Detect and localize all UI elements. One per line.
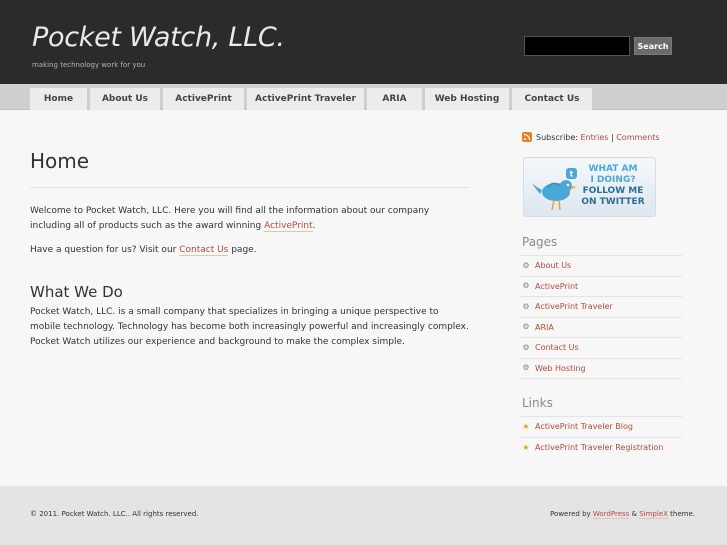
star-icon: ★ — [522, 421, 530, 431]
question-text-end: page. — [228, 245, 257, 255]
twitter-bird-icon: t — [532, 168, 577, 211]
section-title: What We Do — [30, 283, 123, 301]
star-icon: ★ — [522, 442, 530, 452]
nav-tab-home[interactable]: Home — [30, 88, 87, 110]
gear-icon: ⚙ — [522, 322, 530, 332]
subscribe-entries-link[interactable]: Entries — [581, 133, 609, 142]
site-title[interactable]: Pocket Watch, LLC. — [32, 22, 285, 53]
intro-text: Welcome to Pocket Watch, LLC. Here you w… — [30, 206, 430, 231]
twitter-line-1: WHAT AM — [588, 164, 638, 174]
svg-text:t: t — [570, 170, 574, 179]
twitter-line-4: ON TWITTER — [581, 197, 645, 207]
page-link-activeprint[interactable]: ⚙ ActivePrint — [520, 277, 682, 297]
simplex-link[interactable]: SimpleX — [639, 510, 668, 519]
links-list: ★ ActivePrint Traveler Blog ★ ActivePrint … — [520, 417, 682, 458]
twitter-follow-badge[interactable]: t WHAT AM I DOING? FOLLOW ME ON TWITTER — [523, 157, 656, 217]
powered-amp: & — [629, 510, 640, 518]
twitter-line-3: FOLLOW ME — [582, 186, 644, 196]
intro-text-end: . — [312, 221, 316, 231]
pages-widget-title: Pages — [522, 235, 558, 249]
gear-icon: ⚙ — [522, 342, 530, 352]
gear-icon: ⚙ — [522, 281, 530, 291]
page-link-web-hosting[interactable]: ⚙ Web Hosting — [520, 359, 682, 379]
page-link-contact-us[interactable]: ⚙ Contact Us — [520, 338, 682, 359]
nav-tab-about-us[interactable]: About Us — [90, 88, 160, 110]
page-link-label: Contact Us — [535, 343, 579, 353]
page-link-label: About Us — [535, 261, 572, 271]
link-label: ActivePrint Traveler Registration — [535, 443, 664, 453]
question-paragraph: Have a question for us? Visit our Contac… — [30, 243, 470, 258]
powered-prefix: Powered by — [550, 510, 593, 518]
page-link-label: ActivePrint Traveler — [535, 302, 613, 312]
page-link-about-us[interactable]: ⚙ About Us — [520, 256, 682, 277]
page-link-activeprint-traveler[interactable]: ⚙ ActivePrint Traveler — [520, 297, 682, 318]
title-divider — [30, 187, 470, 188]
twitter-line-2: I DOING? — [590, 175, 636, 185]
contact-us-link[interactable]: Contact Us — [179, 245, 229, 256]
links-widget-title: Links — [522, 396, 553, 410]
page-link-label: ARIA — [535, 322, 554, 332]
nav-tab-aria[interactable]: ARIA — [367, 88, 422, 110]
pages-list: ⚙ About Us ⚙ ActivePrint ⚙ ActivePrint Trav… — [520, 256, 682, 379]
link-activeprint-traveler-blog[interactable]: ★ ActivePrint Traveler Blog — [520, 417, 682, 438]
main-navigation: Home About Us ActivePrint ActivePrint Tr… — [0, 84, 727, 110]
search-input[interactable] — [524, 36, 630, 56]
nav-tab-web-hosting[interactable]: Web Hosting — [425, 88, 509, 110]
subscribe-bar: Subscribe: Entries | Comments — [522, 132, 660, 142]
subscribe-separator: | — [610, 132, 614, 142]
question-text: Have a question for us? Visit our — [30, 245, 180, 255]
gear-icon: ⚙ — [522, 301, 530, 311]
nav-tab-activeprint[interactable]: ActivePrint — [163, 88, 244, 110]
intro-paragraph: Welcome to Pocket Watch, LLC. Here you w… — [30, 204, 470, 234]
page-link-aria[interactable]: ⚙ ARIA — [520, 318, 682, 338]
page-link-label: Web Hosting — [535, 363, 586, 373]
subscribe-comments-link[interactable]: Comments — [616, 133, 659, 142]
subscribe-label: Subscribe: — [536, 132, 578, 142]
link-activeprint-traveler-registration[interactable]: ★ ActivePrint Traveler Registration — [520, 438, 682, 459]
wordpress-link[interactable]: WordPress — [592, 510, 630, 519]
site-tagline: making technology work for you — [32, 61, 146, 69]
rss-icon[interactable] — [522, 132, 532, 142]
page-title: Home — [30, 149, 90, 173]
copyright-text: © 2011. Pocket Watch. LLC.. All rights r… — [30, 510, 199, 518]
twitter-badge-text: WHAT AM I DOING? FOLLOW ME ON TWITTER — [579, 164, 647, 208]
gear-icon: ⚙ — [522, 363, 530, 373]
search-button[interactable]: Search — [634, 37, 672, 55]
section-paragraph: Pocket Watch, LLC. is a small company th… — [30, 307, 469, 347]
powered-by-text: Powered by WordPress & SimpleX theme. — [550, 510, 695, 519]
page-link-label: ActivePrint — [535, 281, 579, 291]
activeprint-link[interactable]: ActivePrint — [264, 221, 313, 232]
powered-suffix: theme. — [667, 510, 695, 518]
site-header: Pocket Watch, LLC. making technology wor… — [0, 0, 727, 84]
link-label: ActivePrint Traveler Blog — [535, 422, 633, 432]
nav-tab-contact-us[interactable]: Contact Us — [512, 88, 592, 110]
nav-tab-activeprint-traveler[interactable]: ActivePrint Traveler — [247, 88, 364, 110]
gear-icon: ⚙ — [522, 260, 530, 270]
